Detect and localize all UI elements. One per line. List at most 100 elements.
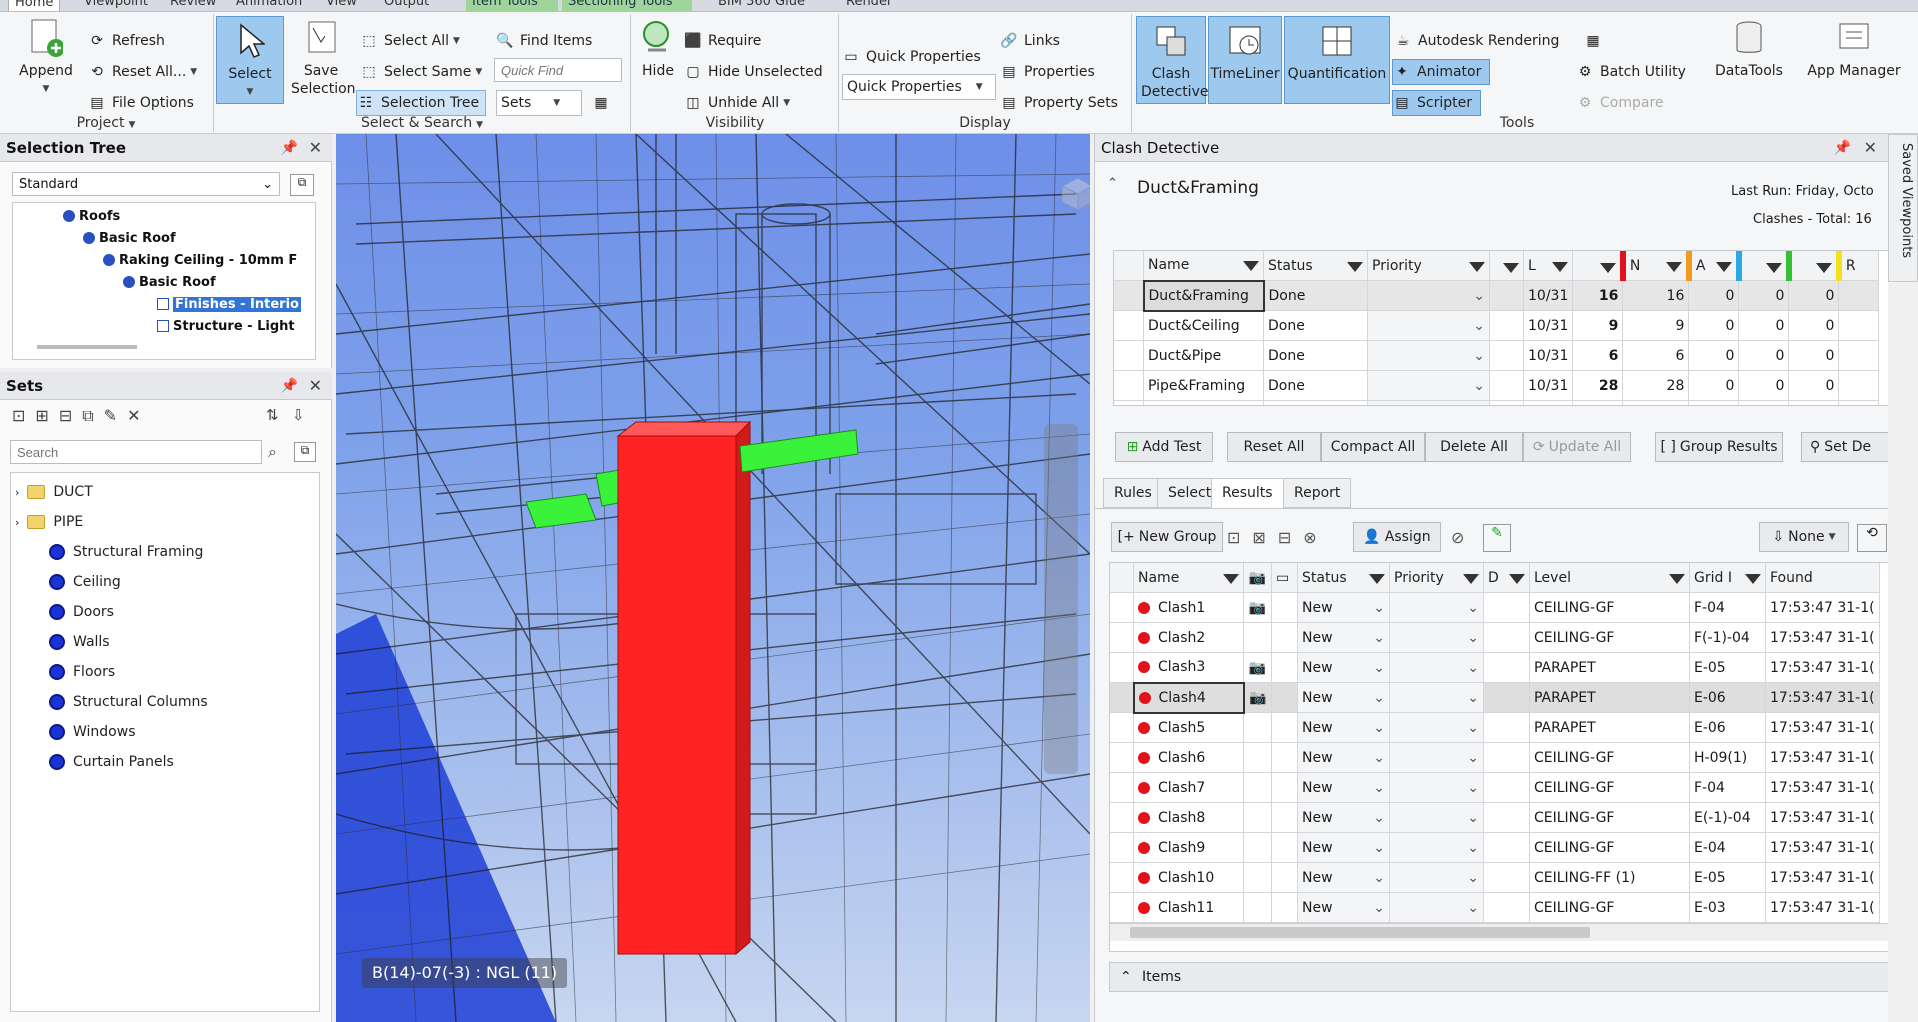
- select-same-button[interactable]: ⬚ Select Same ▼: [360, 59, 482, 85]
- quick-properties-button[interactable]: ▭ Quick Properties: [842, 44, 980, 70]
- filter-icon[interactable]: [1243, 261, 1259, 272]
- status-dropdown[interactable]: New ⌄: [1297, 682, 1390, 713]
- col-grid[interactable]: Grid I: [1689, 563, 1766, 593]
- sets-options-icon[interactable]: ⧉: [294, 442, 316, 462]
- status-dropdown[interactable]: New ⌄: [1297, 652, 1390, 683]
- require-button[interactable]: ⬛ Require: [684, 28, 761, 54]
- close-icon[interactable]: ✕: [1864, 134, 1877, 162]
- tab-bim360-glue[interactable]: BIM 360 Glue: [712, 0, 811, 11]
- tab-animation[interactable]: Animation: [230, 0, 308, 11]
- filter-icon[interactable]: [1347, 261, 1363, 272]
- filter-icon[interactable]: [1503, 262, 1519, 273]
- tab-results[interactable]: Results: [1211, 478, 1284, 508]
- viewcube-icon[interactable]: [1056, 174, 1090, 214]
- set-item[interactable]: Structural Framing: [25, 539, 203, 565]
- append-button[interactable]: Append ▼: [14, 18, 78, 98]
- appearance-icon[interactable]: ▦: [1584, 28, 1608, 54]
- clash-result-row[interactable]: Clash10 New ⌄ ⌄ CEILING-FF (1) E-05 17:53:47 3…: [1110, 862, 1880, 893]
- clash-result-row[interactable]: Clash6 New ⌄ ⌄ CEILING-GF H-09(1) 17:53:47 31-…: [1110, 742, 1880, 773]
- viewpoint-cell[interactable]: [1243, 742, 1272, 773]
- search-icon[interactable]: ⌕: [268, 442, 277, 462]
- viewpoint-cell[interactable]: 📷: [1243, 592, 1272, 623]
- set-folder[interactable]: › PIPE: [15, 509, 83, 535]
- pin-icon[interactable]: 📌: [281, 134, 298, 162]
- select-button[interactable]: Select ▼: [216, 16, 284, 104]
- properties-button[interactable]: ▤ Properties: [1000, 59, 1094, 85]
- timeliner-button[interactable]: TimeLiner: [1208, 16, 1282, 104]
- col-description[interactable]: D: [1483, 563, 1530, 593]
- reset-view-icon[interactable]: ⟲: [1857, 524, 1887, 552]
- clash-result-row[interactable]: Clash7 New ⌄ ⌄ CEILING-GF F-04 17:53:47 31-1(: [1110, 772, 1880, 803]
- clash-result-row[interactable]: Clash9 New ⌄ ⌄ CEILING-GF E-04 17:53:47 31-1(: [1110, 832, 1880, 863]
- batch-utility-button[interactable]: ⚙ Batch Utility: [1576, 59, 1686, 85]
- tab-render[interactable]: Render: [840, 0, 898, 11]
- clash-result-row[interactable]: Clash3 📷 New ⌄ ⌄ PARAPET E-05 17:53:47 31-1(: [1110, 652, 1880, 683]
- panel-label-project[interactable]: Project ▼: [0, 113, 212, 133]
- tree-item[interactable]: Structure - Light: [157, 315, 295, 337]
- filter-icon[interactable]: [1509, 573, 1525, 584]
- status-dropdown[interactable]: New ⌄: [1297, 742, 1390, 773]
- group-selected-icon[interactable]: ⊡: [1227, 528, 1240, 547]
- pin-icon[interactable]: 📌: [1834, 134, 1851, 162]
- horizontal-scrollbar[interactable]: [37, 345, 137, 349]
- quick-properties-dropdown[interactable]: Quick Properties ▼: [842, 74, 996, 100]
- filter-icon[interactable]: [1765, 262, 1782, 273]
- col-priority[interactable]: Priority: [1389, 563, 1484, 593]
- priority-dropdown[interactable]: ⌄: [1389, 712, 1484, 743]
- viewpoint-cell[interactable]: [1243, 832, 1272, 863]
- explode-group-icon[interactable]: ⊠: [1252, 528, 1265, 547]
- unassign-icon[interactable]: ⊘: [1451, 528, 1464, 547]
- filter-icon[interactable]: [1599, 262, 1616, 273]
- viewpoint-cell[interactable]: 📷: [1243, 652, 1272, 683]
- save-selection-button[interactable]: Save Selection: [288, 18, 356, 98]
- update-all-button[interactable]: ⟳ Update All: [1523, 432, 1631, 462]
- set-item[interactable]: Structural Columns: [25, 689, 208, 715]
- app-manager-button[interactable]: App Manager: [1804, 18, 1904, 80]
- viewpoint-cell[interactable]: [1243, 622, 1272, 653]
- sets-search-input[interactable]: [10, 440, 262, 464]
- col-priority[interactable]: Priority: [1367, 251, 1490, 281]
- panel-label-select-search[interactable]: Select & Search ▼: [214, 113, 630, 133]
- quantification-button[interactable]: Quantification: [1284, 16, 1390, 104]
- col-status[interactable]: Status: [1297, 563, 1390, 593]
- tab-output[interactable]: Output: [378, 0, 435, 11]
- filter-icon[interactable]: [1665, 261, 1682, 272]
- col-level[interactable]: Level: [1529, 563, 1690, 593]
- items-section-header[interactable]: ⌃ Items: [1109, 962, 1888, 992]
- add-test-button[interactable]: ⊞ Add Test: [1115, 432, 1213, 462]
- reset-all-button[interactable]: Reset All: [1227, 432, 1321, 462]
- animator-button[interactable]: ✦ Animator: [1392, 59, 1491, 85]
- filter-icon[interactable]: [1552, 261, 1569, 272]
- tree-item-selected[interactable]: Finishes - Interio: [157, 293, 301, 315]
- set-item[interactable]: Windows: [25, 719, 136, 745]
- tree-options-icon[interactable]: ⧉: [290, 174, 314, 196]
- assign-button[interactable]: 👤 Assign: [1353, 522, 1441, 552]
- group-results-button[interactable]: [ ] Group Results: [1655, 432, 1783, 462]
- test-row[interactable]: Pipe&CeilingDone⌄10/3150500: [1114, 400, 1880, 405]
- reset-all-button[interactable]: ⟲ Reset All... ▼: [88, 59, 197, 85]
- hide-unselected-button[interactable]: ▢ Hide Unselected: [684, 59, 822, 85]
- filter-icon[interactable]: [1469, 261, 1485, 272]
- set-item[interactable]: Floors: [25, 659, 115, 685]
- test-priority-dropdown[interactable]: ⌄: [1367, 370, 1490, 401]
- select-all-button[interactable]: ⬚ Select All ▼: [360, 28, 460, 54]
- col-last-run[interactable]: L: [1522, 251, 1574, 281]
- remove-from-group-icon[interactable]: ⊗: [1303, 528, 1316, 547]
- new-group-button[interactable]: [+ New Group: [1111, 522, 1223, 552]
- clash-result-row[interactable]: Clash8 New ⌄ ⌄ CEILING-GF E(-1)-04 17:53:47 31…: [1110, 802, 1880, 833]
- status-dropdown[interactable]: New ⌄: [1297, 862, 1390, 893]
- filter-icon[interactable]: [1669, 573, 1685, 584]
- save-selection-icon[interactable]: ⊡: [12, 406, 25, 430]
- test-priority-dropdown[interactable]: ⌄: [1367, 310, 1490, 341]
- filter-icon[interactable]: [1815, 262, 1832, 273]
- status-dropdown[interactable]: New ⌄: [1297, 802, 1390, 833]
- priority-dropdown[interactable]: ⌄: [1389, 892, 1484, 923]
- set-item[interactable]: Ceiling: [25, 569, 121, 595]
- viewpoint-cell[interactable]: 📷: [1243, 682, 1272, 713]
- viewpoint-cell[interactable]: [1243, 862, 1272, 893]
- set-default-button[interactable]: ⚲ Set De: [1801, 432, 1888, 462]
- col-approved[interactable]: [1785, 251, 1840, 281]
- close-icon[interactable]: ✕: [309, 134, 322, 162]
- status-dropdown[interactable]: New ⌄: [1297, 772, 1390, 803]
- clash-result-row[interactable]: Clash1 📷 New ⌄ ⌄ CEILING-GF F-04 17:53:47 31-1(: [1110, 592, 1880, 623]
